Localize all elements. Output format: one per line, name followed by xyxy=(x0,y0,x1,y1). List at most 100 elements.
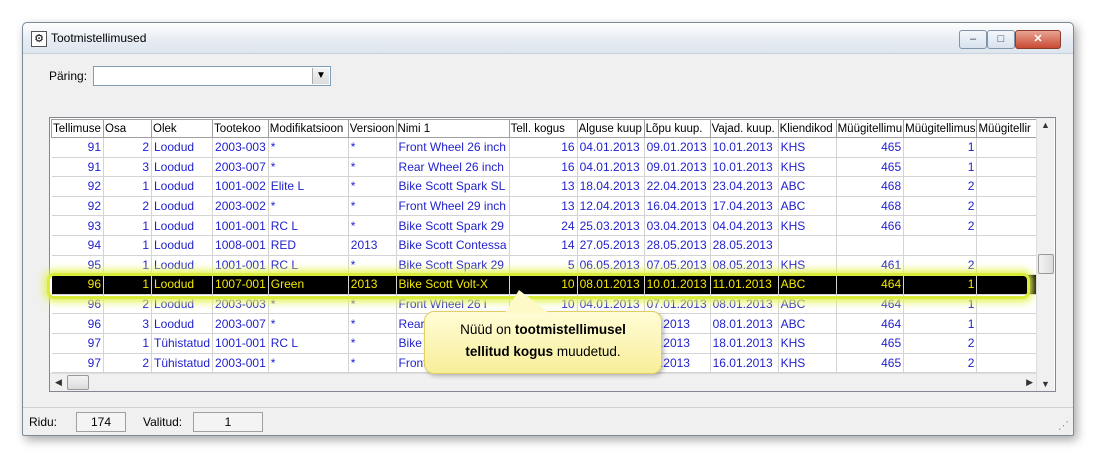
table-cell[interactable]: 2 xyxy=(103,353,152,374)
table-cell[interactable]: ABC xyxy=(778,274,837,295)
table-row[interactable]: 95 1 Loodud 1001-001 RC L * Bike Scott Spark 2… xyxy=(51,255,1038,276)
scroll-down-icon[interactable]: ▼ xyxy=(1041,379,1050,389)
table-cell[interactable]: Rear Wheel 26 inch xyxy=(396,157,510,178)
table-row[interactable]: 92 1 Loodud 1001-002 Elite L * Bike Scott Spar… xyxy=(51,176,1038,197)
column-header[interactable]: Alguse kuup xyxy=(576,119,645,138)
table-cell[interactable]: Loodud xyxy=(151,255,214,276)
column-header[interactable]: Müügitellimu xyxy=(835,119,905,138)
table-cell[interactable]: 2013 xyxy=(348,274,397,295)
table-cell[interactable]: 464 xyxy=(836,313,905,334)
column-header[interactable]: Nimi 1 xyxy=(395,119,510,138)
table-cell[interactable]: 91 xyxy=(51,137,104,158)
table-cell[interactable]: 2 xyxy=(903,255,978,276)
table-cell[interactable] xyxy=(976,137,1038,158)
table-cell[interactable]: Bike Scott Spark 29 xyxy=(396,255,510,276)
table-cell[interactable]: 08.01.2013 xyxy=(710,313,779,334)
table-cell[interactable]: 16 xyxy=(509,157,578,178)
table-cell[interactable]: * xyxy=(348,157,397,178)
table-cell[interactable]: 16.01.2013 xyxy=(710,353,779,374)
table-cell[interactable]: * xyxy=(348,255,397,276)
table-cell[interactable]: * xyxy=(268,313,349,334)
table-cell[interactable]: * xyxy=(268,137,349,158)
column-header[interactable]: Tell. kogus xyxy=(508,119,578,138)
column-header[interactable]: Kliendikod xyxy=(777,119,837,138)
table-cell[interactable]: 17.04.2013 xyxy=(710,196,779,217)
table-cell[interactable]: 07.05.2013 xyxy=(644,255,711,276)
table-row[interactable]: 91 2 Loodud 2003-003 * * Front Wheel 26 inch 16… xyxy=(51,137,1038,158)
table-cell[interactable]: 1 xyxy=(103,176,152,197)
table-cell[interactable]: 2003-007 xyxy=(212,313,269,334)
table-cell[interactable]: RC L xyxy=(268,215,349,236)
table-cell[interactable]: Bike Scott Contessa xyxy=(396,235,510,256)
table-cell[interactable]: 93 xyxy=(51,215,104,236)
table-cell[interactable]: 23.04.2013 xyxy=(710,176,779,197)
table-cell[interactable] xyxy=(976,157,1038,178)
table-row[interactable]: 93 1 Loodud 1001-001 RC L * Bike Scott Spark 2… xyxy=(51,215,1038,236)
vertical-scrollbar[interactable]: ▲ ▼ xyxy=(1036,118,1054,391)
table-cell[interactable]: Loodud xyxy=(151,215,214,236)
table-cell[interactable]: Tühistatud xyxy=(151,353,214,374)
column-header[interactable]: Versioon xyxy=(347,119,397,138)
table-cell[interactable]: 18.01.2013 xyxy=(710,333,779,354)
table-cell[interactable]: 16.04.2013 xyxy=(644,196,711,217)
table-cell[interactable]: 92 xyxy=(51,176,104,197)
table-row[interactable]: 92 2 Loodud 2003-002 * * Front Wheel 29 inch 13… xyxy=(51,196,1038,217)
table-cell[interactable]: 06.05.2013 xyxy=(577,255,645,276)
table-cell[interactable]: * xyxy=(268,294,349,315)
table-cell[interactable]: 08.05.2013 xyxy=(710,255,779,276)
table-cell[interactable]: * xyxy=(348,176,397,197)
table-cell[interactable] xyxy=(976,294,1038,315)
table-cell[interactable]: KHS xyxy=(778,215,837,236)
table-cell[interactable]: Bike Scott Spark SL xyxy=(396,176,510,197)
table-cell[interactable]: 03.04.2013 xyxy=(644,215,711,236)
table-cell[interactable]: 461 xyxy=(836,255,905,276)
table-cell[interactable]: 1001-002 xyxy=(212,176,269,197)
column-header[interactable]: Lõpu kuup. xyxy=(643,119,711,138)
table-cell[interactable]: 10.01.2013 xyxy=(644,274,711,295)
table-cell[interactable] xyxy=(976,255,1038,276)
resize-grip-icon[interactable]: ⋰ xyxy=(1058,419,1069,432)
table-cell[interactable]: 3 xyxy=(103,313,152,334)
table-cell[interactable]: 22.04.2013 xyxy=(644,176,711,197)
table-cell[interactable]: 2003-001 xyxy=(212,353,269,374)
table-cell[interactable]: 1001-001 xyxy=(212,333,269,354)
table-cell[interactable]: Loodud xyxy=(151,157,214,178)
title-bar[interactable]: ⚙ Tootmistellimused – □ ✕ xyxy=(23,23,1073,54)
table-cell[interactable]: 2003-003 xyxy=(212,294,269,315)
table-cell[interactable]: 2 xyxy=(903,333,978,354)
column-header[interactable]: Osa xyxy=(103,119,152,138)
column-header[interactable]: Modifikatsioon xyxy=(267,119,349,138)
table-cell[interactable]: 92 xyxy=(51,196,104,217)
column-header[interactable]: Olek xyxy=(150,119,214,138)
table-cell[interactable]: 10.01.2013 xyxy=(710,157,779,178)
table-cell[interactable]: 465 xyxy=(836,353,905,374)
table-cell[interactable]: * xyxy=(348,313,397,334)
column-header[interactable]: Müügitellir xyxy=(976,119,1038,138)
table-cell[interactable]: * xyxy=(268,353,349,374)
column-header[interactable]: Müügitellimus xyxy=(903,119,978,138)
table-cell[interactable]: 2 xyxy=(103,294,152,315)
table-cell[interactable]: * xyxy=(348,196,397,217)
table-cell[interactable]: 1007-001 xyxy=(212,274,269,295)
table-cell[interactable]: 1 xyxy=(903,294,978,315)
table-cell[interactable]: 2003-003 xyxy=(212,137,269,158)
table-cell[interactable]: 1 xyxy=(103,215,152,236)
table-cell[interactable]: * xyxy=(348,137,397,158)
table-cell[interactable]: * xyxy=(348,333,397,354)
table-cell[interactable]: 464 xyxy=(836,294,905,315)
table-cell[interactable]: 27.05.2013 xyxy=(577,235,645,256)
table-cell[interactable]: 13 xyxy=(509,176,578,197)
table-cell[interactable]: 09.01.2013 xyxy=(644,137,711,158)
table-cell[interactable]: 28.05.2013 xyxy=(644,235,711,256)
horizontal-scrollbar[interactable]: ◀ ▶ xyxy=(50,373,1036,391)
table-cell[interactable]: 2 xyxy=(903,215,978,236)
table-cell[interactable] xyxy=(836,235,905,256)
table-cell[interactable]: 1 xyxy=(903,157,978,178)
table-cell[interactable] xyxy=(976,274,1038,295)
table-cell[interactable]: 1001-001 xyxy=(212,255,269,276)
table-cell[interactable]: * xyxy=(348,215,397,236)
table-cell[interactable]: 96 xyxy=(51,313,104,334)
minimize-button[interactable]: – xyxy=(959,30,987,49)
table-cell[interactable]: 04.01.2013 xyxy=(577,137,645,158)
table-cell[interactable]: KHS xyxy=(778,157,837,178)
